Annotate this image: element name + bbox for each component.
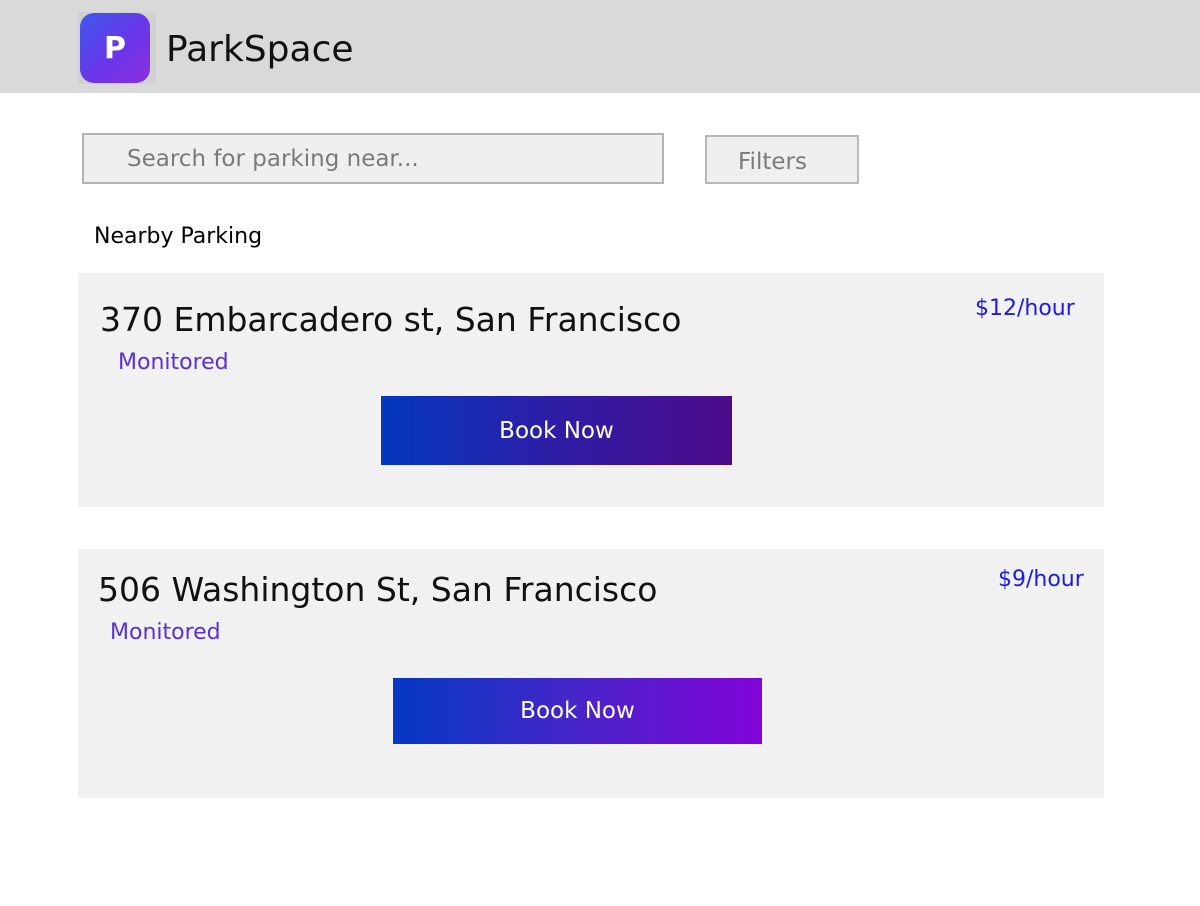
section-title: Nearby Parking <box>94 224 263 249</box>
parking-price: $12/hour <box>975 296 1075 321</box>
search-placeholder: Search for parking near... <box>127 146 419 172</box>
parking-price: $9/hour <box>998 567 1084 592</box>
parking-card: 506 Washington St, San Francisco $9/hour… <box>78 549 1104 798</box>
parking-status: Monitored <box>118 350 229 375</box>
filters-button[interactable]: Filters <box>705 135 859 184</box>
parking-status: Monitored <box>110 620 221 645</box>
book-now-button[interactable]: Book Now <box>381 396 732 465</box>
app-title: ParkSpace <box>166 29 354 70</box>
app-logo-container[interactable]: P <box>78 12 156 84</box>
app-root: P ParkSpace Search for parking near... F… <box>0 0 1200 906</box>
app-logo-icon: P <box>80 13 150 83</box>
filters-label: Filters <box>738 149 807 175</box>
parking-address: 370 Embarcadero st, San Francisco <box>100 300 682 339</box>
logo-letter: P <box>104 30 126 66</box>
search-input[interactable]: Search for parking near... <box>82 133 664 184</box>
parking-card: 370 Embarcadero st, San Francisco $12/ho… <box>78 273 1104 507</box>
top-header: P ParkSpace <box>0 0 1200 93</box>
parking-address: 506 Washington St, San Francisco <box>98 570 658 609</box>
book-now-button[interactable]: Book Now <box>393 678 762 744</box>
